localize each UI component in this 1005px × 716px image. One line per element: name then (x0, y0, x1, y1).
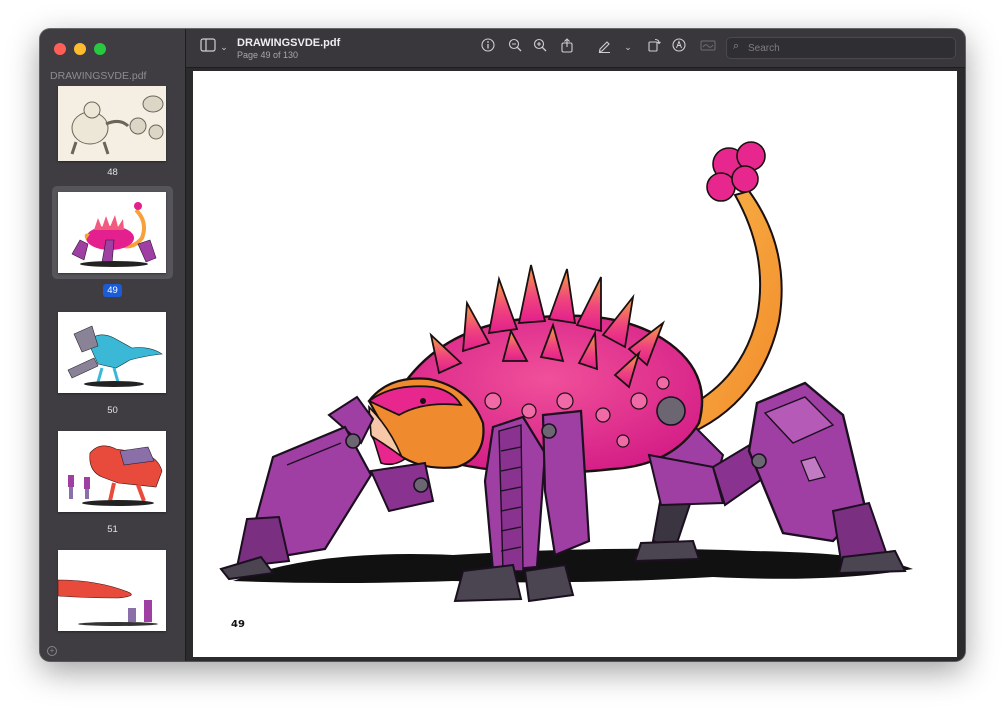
thumbnail-50-art (67, 325, 163, 387)
zoom-out-icon[interactable] (506, 38, 524, 56)
highlight-icon[interactable] (595, 38, 613, 56)
search-input[interactable] (746, 39, 950, 58)
thumbnail-48-art (58, 86, 166, 161)
toolbar: ⌄ DRAWINGSVDE.pdf Page 49 of 130 ⌄ ⌕ (186, 29, 965, 68)
thumbnail-51-art (68, 445, 163, 506)
thumbnail-page-52[interactable] (52, 544, 173, 637)
chevron-down-icon[interactable]: ⌄ (215, 38, 233, 56)
zoom-in-icon[interactable] (531, 38, 549, 56)
document-view[interactable]: 49 (186, 68, 965, 661)
thumbnail-label: 48 (107, 167, 118, 178)
minimize-button[interactable] (74, 43, 86, 55)
thumbnail-label-text: 51 (107, 524, 118, 535)
thumbnail-label-selected: 49 (40, 284, 185, 297)
thumbnail-page-48[interactable] (52, 86, 173, 167)
thumbnail-52-art (58, 579, 158, 626)
preview-window: DRAWINGSVDE.pdf 48 49 50 51 + ⌄ DRAWINGS… (40, 29, 965, 661)
rotate-icon[interactable] (645, 38, 663, 56)
signature-icon (699, 38, 717, 56)
thumbnail-image (58, 431, 166, 512)
window-controls (54, 43, 106, 55)
zoom-button[interactable] (94, 43, 106, 55)
share-icon[interactable] (558, 38, 576, 56)
page-indicator: Page 49 of 130 (237, 50, 299, 60)
page-number: 49 (231, 619, 245, 630)
thumbnail-image (58, 550, 166, 631)
thumbnail-sidebar: DRAWINGSVDE.pdf 48 49 50 51 + (40, 29, 186, 661)
add-page-icon[interactable]: + (47, 646, 57, 656)
thumbnail-image (58, 192, 166, 273)
thumbnail-image (58, 312, 166, 393)
document-title: DRAWINGSVDE.pdf (237, 37, 341, 49)
thumbnail-label: 51 (40, 524, 185, 535)
thumbnail-page-51[interactable] (52, 425, 173, 518)
chevron-down-icon[interactable]: ⌄ (619, 38, 637, 56)
thumbnail-page-50[interactable] (52, 306, 173, 399)
sidebar-title: DRAWINGSVDE.pdf (50, 70, 147, 82)
thumbnail-list[interactable]: 48 49 50 51 (40, 86, 185, 639)
search-icon: ⌕ (733, 40, 740, 52)
thumbnail-49-art (71, 202, 157, 267)
thumbnail-image (58, 86, 166, 161)
selected-page-badge: 49 (103, 284, 122, 297)
thumbnail-page-49[interactable] (52, 186, 173, 279)
search-field[interactable]: ⌕ (726, 37, 956, 59)
thumbnail-label: 50 (107, 405, 118, 416)
info-icon[interactable] (479, 38, 497, 56)
close-button[interactable] (54, 43, 66, 55)
page-illustration (219, 141, 913, 603)
pdf-page[interactable]: 49 (193, 71, 957, 657)
markup-icon[interactable] (670, 38, 688, 56)
